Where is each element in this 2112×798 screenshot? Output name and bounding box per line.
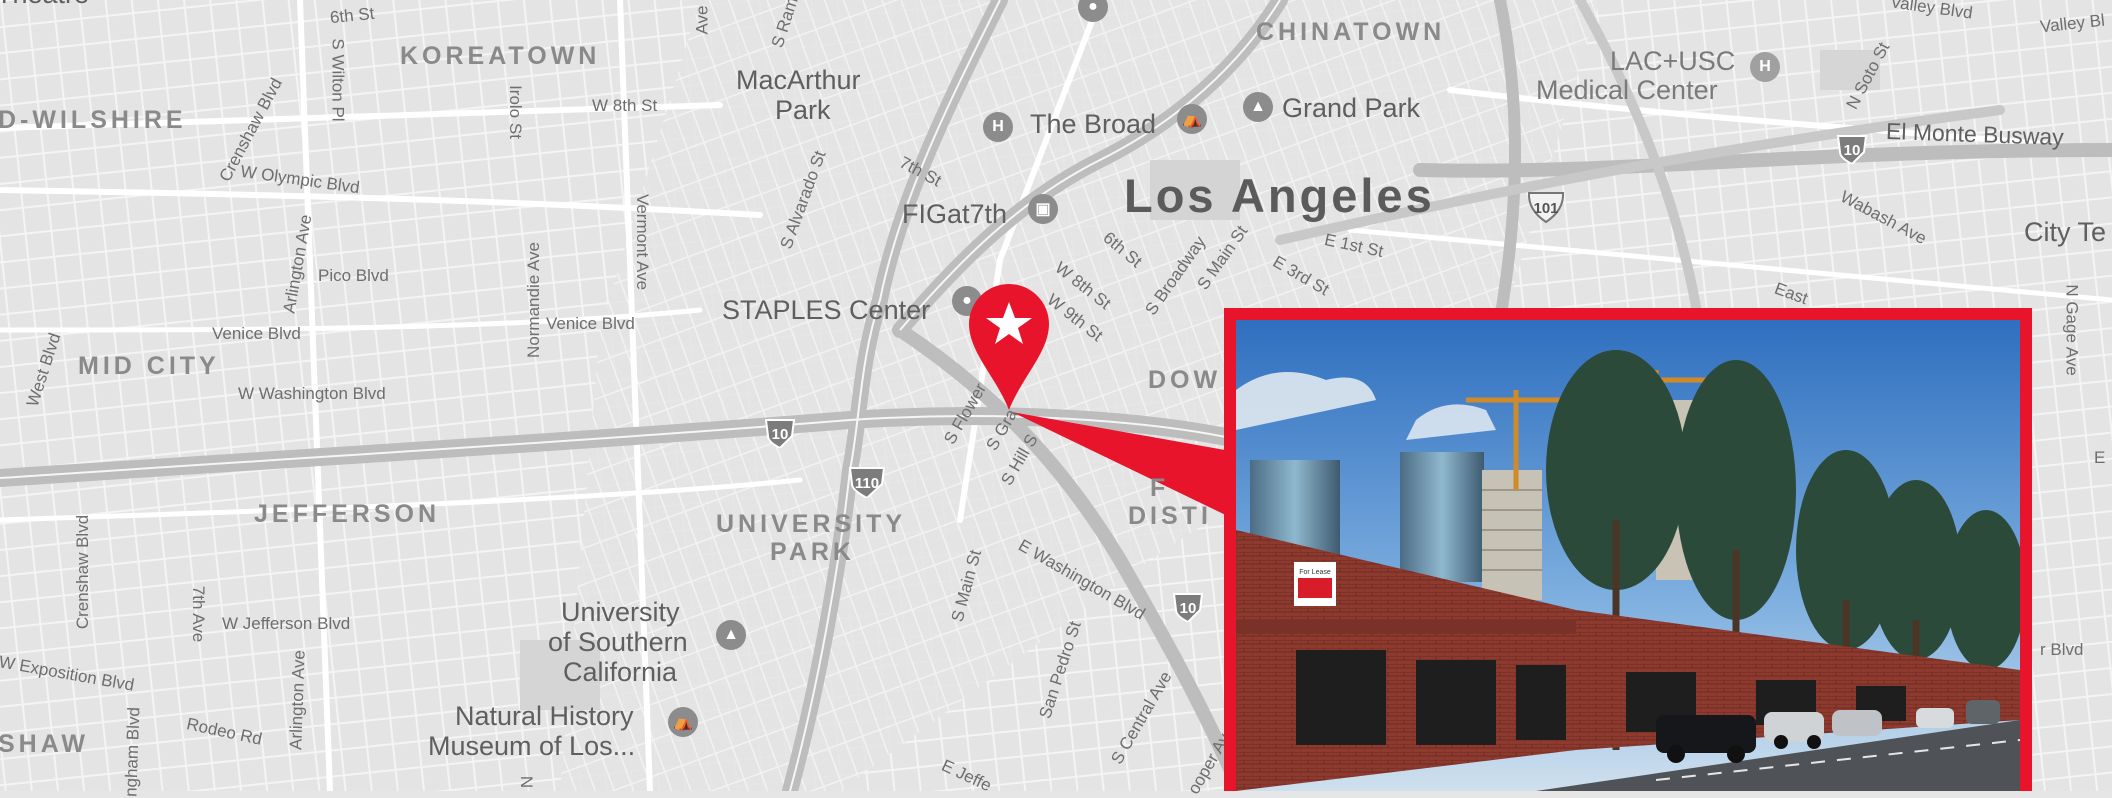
neighborhood-label: JEFFERSON	[254, 500, 441, 528]
us-route-shield-icon: 101	[1526, 190, 1566, 224]
neighborhood-label: MID CITY	[78, 352, 220, 380]
hospital-icon[interactable]: H	[1750, 52, 1780, 82]
street-label: Arlington Ave	[286, 649, 309, 751]
street-label: W Washington Blvd	[238, 384, 386, 403]
street-label: W Jefferson Blvd	[222, 614, 351, 633]
hospital-icon[interactable]: H	[983, 112, 1013, 142]
neighborhood-label: F	[1150, 474, 1170, 502]
poi-label[interactable]: Grand Park	[1282, 94, 1420, 123]
neighborhood-label: DOW	[1148, 366, 1222, 394]
park-icon[interactable]: ▲	[1243, 92, 1273, 122]
poi-label[interactable]: City Te	[2024, 218, 2106, 247]
street-label: Normandie Ave	[523, 242, 543, 358]
street-label: Venice Blvd	[546, 314, 635, 333]
poi-label[interactable]: University	[561, 598, 680, 627]
location-photo-card[interactable]: For Lease	[1224, 308, 2032, 791]
shopping-icon[interactable]: ▣	[1028, 194, 1058, 224]
poi-label[interactable]: California	[563, 658, 677, 687]
street-label: r Blvd	[2040, 640, 2084, 659]
interstate-shield-icon: 110	[848, 466, 886, 498]
street-label: S Wilton Pl	[328, 38, 348, 122]
street-label: W 8th St	[592, 96, 658, 115]
poi-label[interactable]: of Southern	[548, 628, 688, 657]
neighborhood-label: D-WILSHIRE	[0, 106, 187, 134]
neighborhood-label: CHINATOWN	[1256, 18, 1446, 46]
city-label: Los Angeles	[1124, 169, 1435, 222]
poi-label[interactable]: Natural History	[455, 702, 634, 731]
school-icon[interactable]: ▲	[716, 620, 746, 650]
street-label: Ave	[692, 5, 712, 35]
poi-label[interactable]: Park	[775, 96, 831, 125]
neighborhood-label: UNIVERSITY	[716, 510, 907, 538]
interstate-shield-icon: 10	[764, 418, 796, 448]
building-photo: For Lease	[1236, 320, 2020, 791]
neighborhood-label: KOREATOWN	[400, 42, 601, 70]
poi-label[interactable]: Medical Center	[1536, 76, 1718, 105]
street-label: Vermont Ave	[633, 193, 653, 291]
poi-label[interactable]: El Monte Busway	[1886, 118, 2065, 150]
poi-label[interactable]: STAPLES Center	[722, 296, 930, 325]
street-label: 7th Ave	[189, 585, 209, 643]
street-label: Crenshaw Blvd	[73, 514, 93, 630]
museum-icon[interactable]: ⛺	[668, 707, 698, 737]
for-lease-sign: For Lease	[1299, 569, 1331, 576]
neighborhood-label: DISTI	[1128, 502, 1212, 530]
neighborhood-label: PARK	[770, 538, 855, 566]
location-pin-icon[interactable]	[966, 282, 1052, 412]
street-label: N Gage Ave	[2062, 284, 2082, 376]
street-label: Irolo St	[505, 85, 525, 139]
interstate-shield-icon: 10	[1836, 134, 1868, 164]
poi-label[interactable]: The Broad	[1030, 110, 1156, 139]
street-label: Pico Blvd	[318, 266, 389, 285]
poi-label[interactable]: LAC+USC	[1610, 47, 1735, 76]
neighborhood-label: SHAW	[0, 730, 89, 758]
museum-icon[interactable]: ⛺	[1177, 104, 1207, 134]
street-label: E	[2094, 448, 2106, 467]
poi-label[interactable]: Theatre	[0, 0, 89, 8]
interstate-shield-icon: 10	[1172, 592, 1204, 622]
street-label: Venice Blvd	[212, 324, 301, 343]
poi-label[interactable]: Museum of Los...	[428, 732, 635, 761]
street-label: ngham Blvd	[121, 706, 144, 798]
poi-label[interactable]: MacArthur	[736, 66, 861, 95]
poi-label[interactable]: FIGat7th	[902, 200, 1007, 229]
street-label: N	[517, 775, 537, 789]
